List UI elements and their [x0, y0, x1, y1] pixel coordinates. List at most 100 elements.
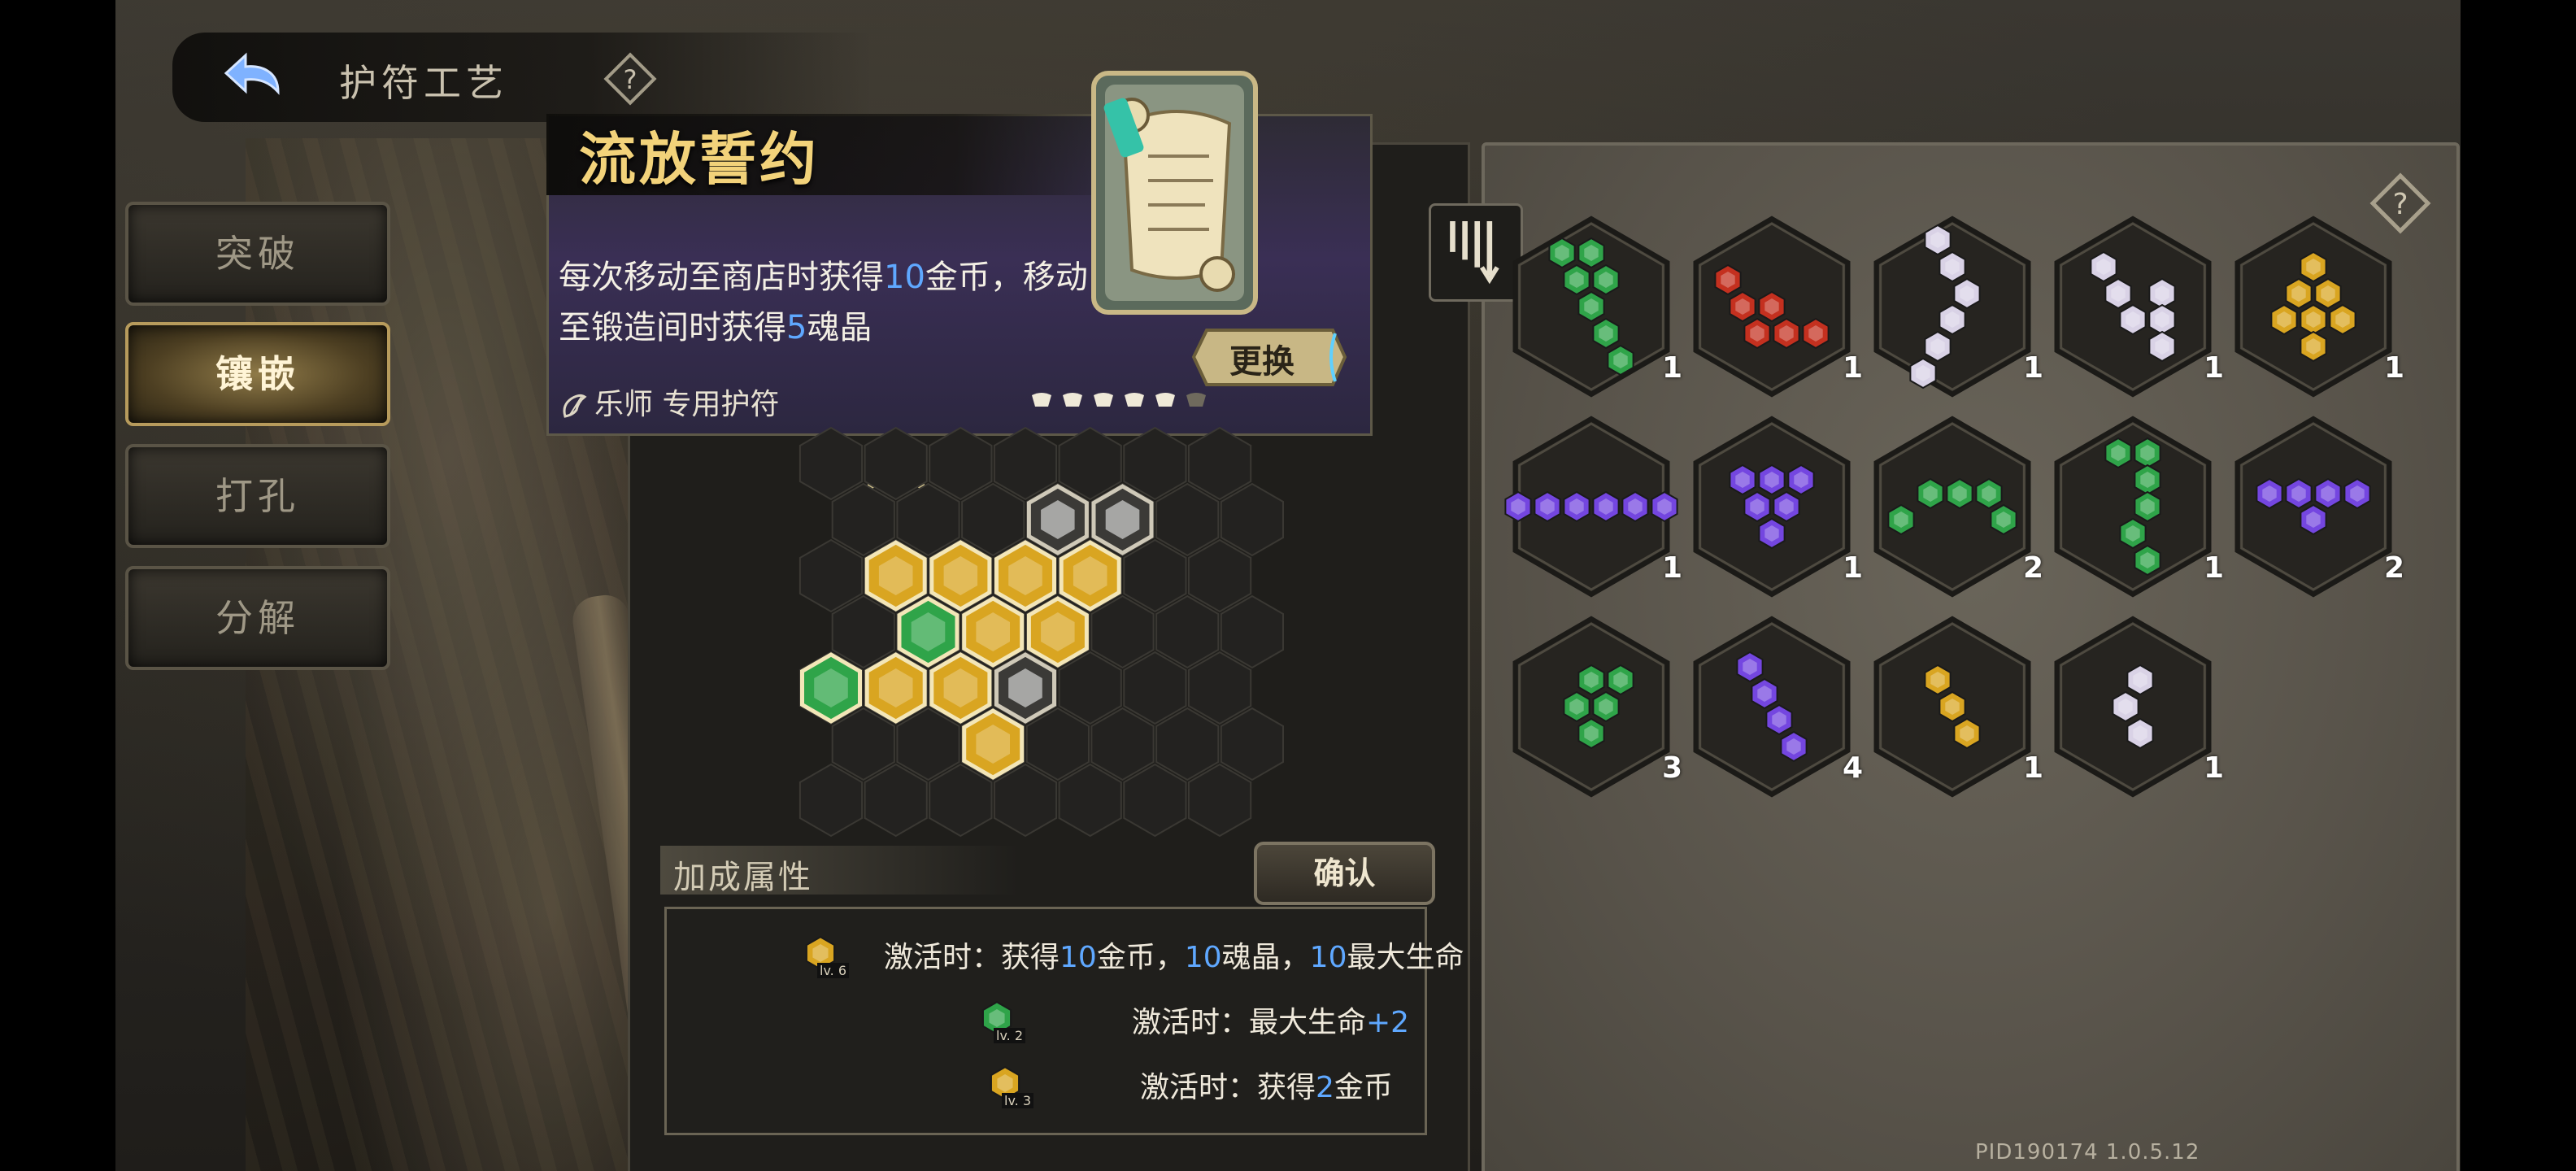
tab-decompose[interactable]: 分解	[125, 566, 390, 670]
red-gem-icon	[1770, 317, 1803, 353]
socket-board[interactable]	[782, 415, 1351, 870]
confirm-button[interactable]: 确认	[1254, 842, 1435, 905]
back-arrow-icon[interactable]	[221, 47, 294, 112]
version-label: PID190174 1.0.5.12	[1975, 1140, 2200, 1164]
bonus-text: 激活时：最大生命	[1132, 1006, 1367, 1039]
purple-gem-icon	[1778, 730, 1810, 766]
bonus-row: 激活时：获得10金币，10魂晶，10最大生命	[884, 934, 1464, 976]
white-gem-icon	[2117, 303, 2149, 339]
purple-gem-icon	[1531, 490, 1564, 526]
socket-cell[interactable]	[993, 763, 1058, 838]
socket-cell[interactable]	[993, 426, 1058, 501]
gem-count: 1	[2023, 751, 2044, 785]
socket-cell[interactable]	[1187, 538, 1252, 613]
gem-slot[interactable]: 1	[2228, 213, 2404, 400]
socket-cell[interactable]	[1220, 482, 1284, 557]
gem-count: 1	[2204, 551, 2225, 585]
purple-gem-icon	[1560, 490, 1593, 526]
socket-cell[interactable]	[1058, 651, 1122, 725]
socket-cell[interactable]	[1220, 707, 1284, 781]
gem-count: 1	[1662, 351, 1683, 385]
tab-socket[interactable]: 打孔	[125, 444, 390, 548]
gem-count: 3	[1662, 751, 1683, 785]
socket-cell[interactable]	[929, 763, 993, 838]
amulet-type-label: 乐师 专用护符	[594, 388, 780, 421]
help-icon[interactable]: ?	[602, 50, 659, 107]
socket-cell[interactable]	[1187, 426, 1252, 501]
socket-cell[interactable]	[1123, 538, 1187, 613]
socket-cell[interactable]	[864, 426, 928, 501]
star-rating	[1030, 389, 1216, 415]
gem-count: 1	[1843, 351, 1864, 385]
purple-gem-icon	[2253, 477, 2286, 513]
star-filled-icon	[1061, 389, 1084, 411]
gold-gem-icon	[2297, 330, 2330, 366]
gem-slot[interactable]: 1	[1506, 213, 1682, 400]
gem-slot[interactable]: 1	[2047, 413, 2224, 600]
bonus-text: 金币	[1334, 1071, 1393, 1104]
socket-cell[interactable]	[1058, 426, 1122, 501]
socket-cell[interactable]	[1090, 594, 1155, 669]
bonus-heading: 加成属性	[673, 859, 813, 896]
green-gem-icon	[2131, 544, 2164, 580]
gem-count: 1	[2023, 351, 2044, 385]
socket-cell[interactable]	[864, 763, 928, 838]
gem-slot[interactable]: 2	[1867, 413, 2043, 600]
green-gem-icon	[1604, 344, 1637, 380]
bard-class-icon	[563, 394, 587, 418]
socket-cell[interactable]	[896, 707, 960, 781]
purple-gem-icon	[2297, 503, 2330, 539]
socket-cell[interactable]	[1187, 763, 1252, 838]
socket-cell[interactable]	[1220, 594, 1284, 669]
gem-slot[interactable]: 4	[1686, 613, 1863, 800]
socket-cell[interactable]	[1155, 482, 1220, 557]
gem-slot[interactable]: 3	[1506, 613, 1682, 800]
purple-gem-icon	[1648, 490, 1681, 526]
red-gem-icon	[1741, 317, 1773, 353]
game-screen: 护符工艺 ? 突破 镶嵌 打孔 分解 流放誓约 每次移动至商店时获得10金币，移…	[115, 0, 2461, 1171]
tab-breakthrough[interactable]: 突破	[125, 202, 390, 306]
socket-cell[interactable]	[831, 482, 895, 557]
gem-slot[interactable]: 2	[2228, 413, 2404, 600]
socket-cell[interactable]	[1025, 707, 1090, 781]
tab-inlay[interactable]: 镶嵌	[125, 322, 390, 426]
socket-cell[interactable]	[1123, 651, 1187, 725]
socket-cell[interactable]	[896, 482, 960, 557]
socket-cell[interactable]	[831, 707, 895, 781]
sort-icon	[1450, 221, 1499, 285]
socket-cell[interactable]	[1187, 651, 1252, 725]
purple-gem-icon	[1502, 490, 1534, 526]
socket-cell[interactable]	[1058, 763, 1122, 838]
socket-cell[interactable]	[1123, 426, 1187, 501]
gem-slot[interactable]: 1	[1686, 413, 1863, 600]
socket-cell[interactable]	[929, 426, 993, 501]
white-gem-icon	[2124, 717, 2156, 753]
gem-slot[interactable]: 1	[1867, 613, 2043, 800]
gem-slot[interactable]: 1	[1504, 413, 1682, 600]
bonus-row: 激活时：获得2金币	[1140, 1064, 1393, 1106]
gem-slot[interactable]: 1	[1686, 213, 1863, 400]
green-gem-icon	[1575, 717, 1608, 753]
socket-cell[interactable]	[831, 594, 895, 669]
gem-count: 1	[2384, 351, 2405, 385]
gem-slot[interactable]: 1	[1867, 213, 2043, 400]
gem-slot[interactable]: 1	[2047, 613, 2224, 800]
socket-cell[interactable]	[961, 482, 1025, 557]
socket-cell[interactable]	[798, 426, 864, 501]
bonus-text: 激活时：获得	[1140, 1071, 1316, 1104]
socket-cell[interactable]	[798, 538, 864, 613]
star-filled-icon	[1092, 389, 1115, 411]
socket-cell[interactable]	[1123, 763, 1187, 838]
socket-cell[interactable]	[1155, 707, 1220, 781]
scroll-amulet-icon	[1091, 71, 1258, 315]
socket-cell[interactable]	[1090, 707, 1155, 781]
purple-gem-icon	[1756, 517, 1788, 553]
swap-button-label[interactable]: 更换	[1229, 335, 1295, 382]
bonus-text: 最大生命	[1347, 941, 1464, 974]
star-filled-icon	[1154, 389, 1177, 411]
gem-slot[interactable]: 1	[2047, 213, 2224, 400]
socket-cell[interactable]	[1155, 594, 1220, 669]
socket-cell[interactable]	[798, 763, 864, 838]
desc-text: 每次移动至商店时获得	[559, 259, 884, 296]
bonus-value: 10	[1184, 941, 1222, 974]
